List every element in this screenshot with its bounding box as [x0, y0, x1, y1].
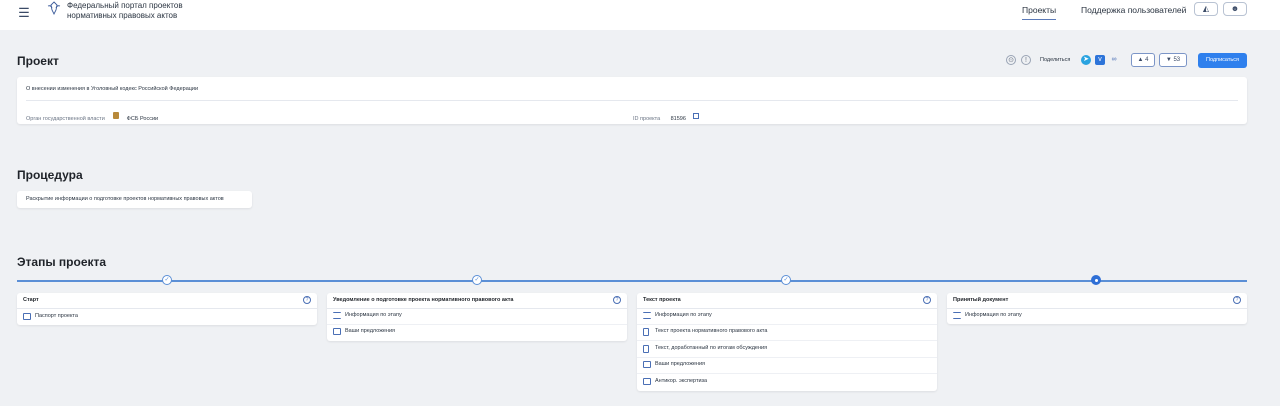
stage-title: Уведомление о подготовке проекта нормати… [333, 297, 514, 303]
authority-label: Орган государственной власти [26, 116, 105, 122]
stage-link-label: Информация по этапу [965, 312, 1022, 318]
stage-link-proposals[interactable]: Ваши предложения [333, 325, 621, 341]
comment-icon [333, 328, 341, 335]
help-icon[interactable]: ? [303, 296, 311, 304]
stage-link-revised-text[interactable]: Текст, доработанный по итогам обсуждения [637, 342, 937, 358]
briefcase-icon [23, 313, 31, 320]
accessibility-button[interactable]: ◭ [1194, 2, 1218, 16]
link-icon[interactable]: ∞ [1109, 55, 1119, 65]
divider [637, 373, 937, 374]
dislikes-count: 53 [1173, 57, 1181, 63]
likes-count: 4 [1145, 57, 1149, 63]
stage-2-check-icon: ✓ [472, 275, 482, 285]
stages-timeline [17, 280, 1247, 282]
profile-button[interactable]: ☻ [1223, 2, 1247, 16]
list-icon [643, 312, 651, 319]
menu-icon[interactable]: ☰ [17, 6, 31, 20]
document-icon [643, 345, 649, 353]
project-description: О внесении изменения в Уголовный кодекс … [26, 86, 199, 92]
project-id-label: ID проекта [633, 116, 661, 122]
comment-icon [643, 361, 651, 368]
share-label: Поделиться [1040, 57, 1071, 63]
vk-icon[interactable]: v [1095, 55, 1105, 65]
stage-1-check-icon: ✓ [162, 275, 172, 285]
stage-link-info[interactable]: Информация по этапу [637, 309, 937, 325]
info-icon[interactable]: ! [1021, 55, 1031, 65]
chart-icon [643, 378, 651, 385]
stage-link-label: Информация по этапу [655, 312, 712, 318]
authority-row: Орган государственной власти ФСБ России [26, 107, 158, 125]
stage-link-draft-text[interactable]: Текст проекта нормативного правового акт… [637, 325, 937, 341]
print-icon[interactable]: ⊙ [1006, 55, 1016, 65]
telegram-icon[interactable]: ➤ [1081, 55, 1091, 65]
top-header: ☰ Федеральный портал проектов нормативны… [0, 0, 1280, 30]
user-icon: ☻ [1230, 4, 1240, 13]
procedure-text: Раскрытие информации о подготовке проект… [26, 196, 224, 202]
stage-link-info[interactable]: Информация по этапу [953, 309, 1241, 325]
divider [26, 100, 1238, 101]
stage-link-label: Антикор. экспертиза [655, 378, 708, 384]
stage-title: Старт [23, 297, 39, 303]
document-icon [643, 328, 649, 336]
procedure-title: Процедура [17, 168, 83, 182]
project-title: Проект [17, 54, 59, 68]
stage-card-start: Старт ? Паспорт проекта [17, 293, 317, 325]
divider [637, 340, 937, 341]
nav-support[interactable]: Поддержка пользователей [1081, 5, 1186, 15]
stage-card-notice: Уведомление о подготовке проекта нормати… [327, 293, 627, 341]
divider [17, 308, 317, 309]
thumbs-down-icon: ▼ [1165, 57, 1172, 63]
authority-value[interactable]: ФСБ России [127, 116, 158, 122]
stage-3-check-icon: ✓ [781, 275, 791, 285]
glasses-icon: ◭ [1202, 4, 1210, 13]
stage-card-adopted: Принятый документ ? Информация по этапу [947, 293, 1247, 324]
copy-icon[interactable] [693, 112, 700, 119]
list-icon [953, 312, 961, 319]
authority-emblem-icon [113, 112, 120, 120]
procedure-card: Раскрытие информации о подготовке проект… [17, 191, 252, 208]
help-icon[interactable]: ? [923, 296, 931, 304]
stage-link-info[interactable]: Информация по этапу [327, 309, 627, 325]
nav-projects[interactable]: Проекты [1022, 5, 1057, 20]
dislike-button[interactable]: ▼ 53 [1159, 53, 1187, 67]
stage-title: Текст проекта [643, 297, 681, 303]
stage-link-label: Текст, доработанный по итогам обсуждения [655, 345, 768, 351]
stage-link-label: Ваши предложения [345, 328, 396, 334]
project-card: О внесении изменения в Уголовный кодекс … [17, 77, 1247, 124]
list-icon [333, 312, 341, 319]
stage-link-label: Ваши предложения [655, 361, 706, 367]
like-button[interactable]: ▲ 4 [1131, 53, 1155, 67]
stage-link-passport[interactable]: Паспорт проекта [23, 310, 311, 326]
stages-title: Этапы проекта [17, 255, 107, 269]
site-title[interactable]: Федеральный портал проектов нормативных … [67, 1, 227, 21]
stage-title: Принятый документ [953, 297, 1009, 303]
help-icon[interactable]: ? [1233, 296, 1241, 304]
project-id-value: 81596 [670, 116, 686, 122]
stage-link-proposals[interactable]: Ваши предложения [637, 358, 937, 374]
thumbs-up-icon: ▲ [1137, 57, 1144, 63]
stage-link-label: Текст проекта нормативного правового акт… [655, 328, 768, 334]
stage-4-current-icon [1091, 275, 1101, 285]
stage-card-text: Текст проекта ? Информация по этапу Текс… [637, 293, 937, 391]
stage-link-anticorruption[interactable]: Антикор. экспертиза [643, 375, 931, 391]
stage-link-label: Паспорт проекта [35, 313, 78, 319]
stage-link-label: Информация по этапу [345, 312, 402, 318]
subscribe-button[interactable]: Подписаться [1198, 53, 1247, 68]
help-icon[interactable]: ? [613, 296, 621, 304]
project-id-row: ID проекта 81596 [633, 107, 700, 125]
emblem-icon [47, 1, 61, 16]
